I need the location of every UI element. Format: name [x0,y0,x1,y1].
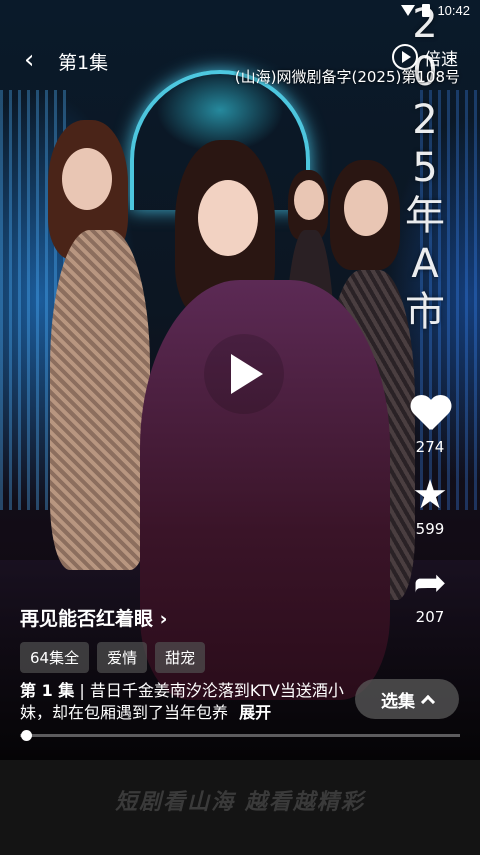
share-button[interactable]: ➦ 207 [404,562,456,626]
license-number: (山海)网微剧备字(2025)第108号 [234,68,460,86]
tag-episodes[interactable]: 64集全 [20,642,90,673]
favorite-button[interactable]: ★ 599 [404,474,456,538]
status-bar: 10:42 [0,0,480,22]
chevron-up-icon [420,694,436,709]
caption-char: 2 [412,97,438,143]
heart-icon [410,394,450,434]
episode-description: 第 1 集 | 昔日千金姜南汐沦落到KTV当送酒小妹，却在包厢遇到了当年包养 展… [20,680,350,724]
share-arrow-icon: ➦ [413,560,447,606]
progress-handle[interactable] [21,730,32,741]
star-icon: ★ [412,472,448,518]
like-count: 274 [415,438,445,456]
clock: 10:42 [437,3,470,18]
select-label: 选集 [381,691,415,712]
slogan: 短剧看山海 越看越精彩 [115,790,365,815]
share-count: 207 [415,608,445,626]
like-button[interactable]: 274 [404,394,456,456]
caption-char: 5 [412,145,438,191]
progress-bar[interactable] [20,730,460,741]
episode-title: 第1集 [58,52,109,74]
play-icon[interactable] [204,334,284,414]
episode-select-button[interactable]: 选集 [355,679,459,719]
wifi-icon [401,5,416,16]
chevron-right-icon: › [159,608,168,630]
caption-char: 市 [405,289,445,335]
favorite-count: 599 [415,520,445,538]
tag-sweet[interactable]: 甜宠 [155,642,206,673]
back-icon[interactable]: ‹ [24,46,48,76]
separator: | [79,681,90,700]
caption-char: 年 [405,193,445,239]
tag-romance[interactable]: 爱情 [97,642,148,673]
tag-list: 64集全 爱情 甜宠 [20,642,206,673]
expand-link[interactable]: 展开 [239,703,271,722]
caption-char: A [411,241,439,287]
series-title-link[interactable]: 再见能否红着眼 › [20,604,167,631]
episode-label: 第 1 集 [20,681,75,700]
series-title: 再见能否红着眼 [20,608,154,630]
battery-icon [422,4,431,17]
